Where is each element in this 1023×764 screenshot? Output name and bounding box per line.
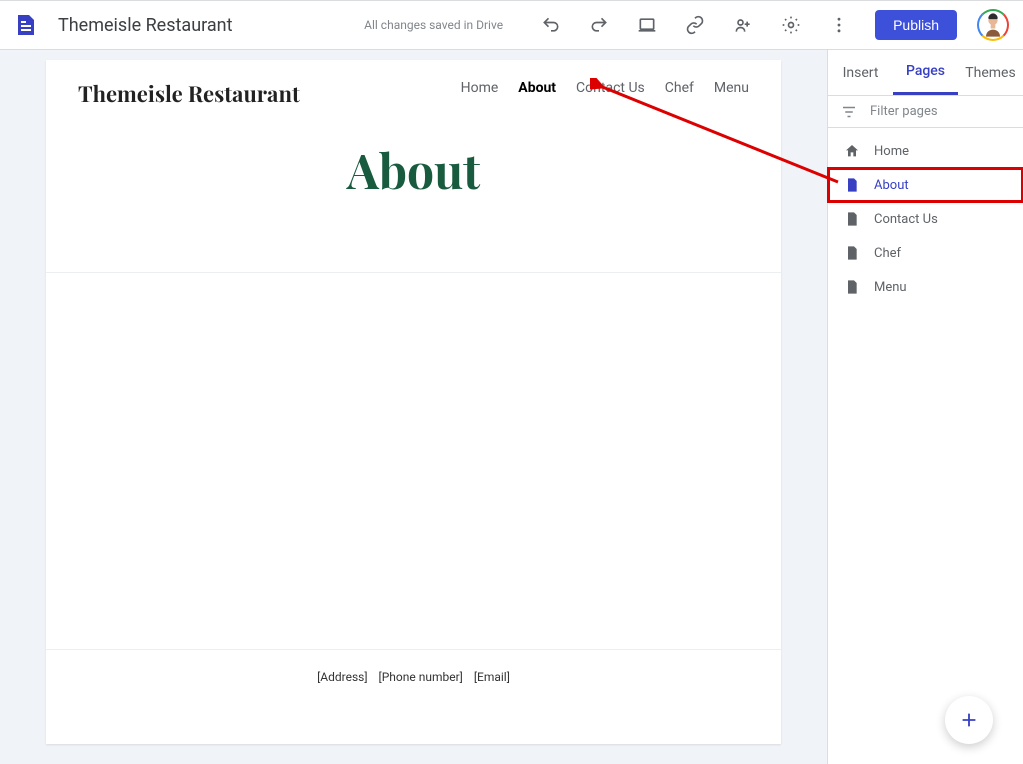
page-icon bbox=[844, 177, 860, 193]
home-icon bbox=[844, 143, 860, 159]
page-item-label: Contact Us bbox=[874, 212, 938, 227]
page-header: Themeisle Restaurant Home About Contact … bbox=[46, 60, 781, 108]
footer-phone[interactable]: [Phone number] bbox=[379, 670, 463, 684]
page-item-label: Chef bbox=[874, 246, 901, 261]
page-item-contact[interactable]: Contact Us bbox=[828, 202, 1023, 236]
page-item-about[interactable]: About bbox=[828, 168, 1023, 202]
publish-button[interactable]: Publish bbox=[875, 10, 957, 40]
page-brand[interactable]: Themeisle Restaurant bbox=[78, 78, 300, 108]
nav-menu[interactable]: Menu bbox=[714, 80, 749, 96]
filter-row[interactable]: Filter pages bbox=[828, 96, 1023, 128]
body-section[interactable] bbox=[46, 273, 781, 650]
settings-icon[interactable] bbox=[771, 5, 811, 45]
right-sidebar: Insert Pages Themes Filter pages Home Ab… bbox=[827, 50, 1023, 764]
top-toolbar: Themeisle Restaurant All changes saved i… bbox=[0, 0, 1023, 50]
footer-section[interactable]: [Address] [Phone number] [Email] bbox=[46, 650, 781, 744]
hero-section[interactable]: About bbox=[46, 108, 781, 273]
main-area: Themeisle Restaurant Home About Contact … bbox=[0, 50, 1023, 764]
hero-title[interactable]: About bbox=[46, 138, 781, 202]
redo-icon[interactable] bbox=[579, 5, 619, 45]
page-item-chef[interactable]: Chef bbox=[828, 236, 1023, 270]
page-item-label: Menu bbox=[874, 280, 907, 295]
link-icon[interactable] bbox=[675, 5, 715, 45]
page-item-label: About bbox=[874, 178, 909, 193]
site-title[interactable]: Themeisle Restaurant bbox=[58, 15, 232, 36]
filter-placeholder: Filter pages bbox=[870, 104, 938, 119]
more-icon[interactable] bbox=[819, 5, 859, 45]
page-icon bbox=[844, 279, 860, 295]
preview-icon[interactable] bbox=[627, 5, 667, 45]
sidebar-tabs: Insert Pages Themes bbox=[828, 50, 1023, 96]
page-item-menu[interactable]: Menu bbox=[828, 270, 1023, 304]
site-canvas[interactable]: Themeisle Restaurant Home About Contact … bbox=[46, 60, 781, 744]
nav-about[interactable]: About bbox=[518, 80, 556, 96]
tab-insert[interactable]: Insert bbox=[828, 50, 893, 95]
canvas-wrap: Themeisle Restaurant Home About Contact … bbox=[0, 50, 827, 764]
filter-icon bbox=[840, 103, 858, 121]
tab-themes[interactable]: Themes bbox=[958, 50, 1023, 95]
tab-pages[interactable]: Pages bbox=[893, 50, 958, 95]
add-page-fab[interactable] bbox=[945, 696, 993, 744]
nav-home[interactable]: Home bbox=[461, 80, 499, 96]
footer-email[interactable]: [Email] bbox=[474, 670, 510, 684]
page-item-label: Home bbox=[874, 144, 909, 159]
saved-status: All changes saved in Drive bbox=[364, 18, 503, 32]
page-nav: Home About Contact Us Chef Menu bbox=[461, 80, 749, 96]
page-icon bbox=[844, 211, 860, 227]
page-icon bbox=[844, 245, 860, 261]
share-icon[interactable] bbox=[723, 5, 763, 45]
nav-chef[interactable]: Chef bbox=[665, 80, 694, 96]
pages-list: Home About Contact Us Chef Menu bbox=[828, 128, 1023, 310]
sites-logo[interactable] bbox=[14, 13, 38, 37]
page-item-home[interactable]: Home bbox=[828, 134, 1023, 168]
nav-contact[interactable]: Contact Us bbox=[576, 80, 645, 96]
account-avatar[interactable] bbox=[977, 9, 1009, 41]
undo-icon[interactable] bbox=[531, 5, 571, 45]
footer-address[interactable]: [Address] bbox=[317, 670, 367, 684]
